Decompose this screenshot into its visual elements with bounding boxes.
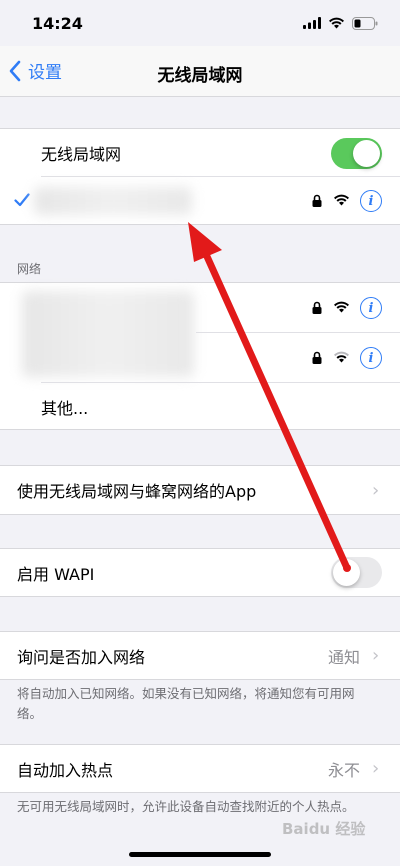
annotation-arrow	[188, 222, 351, 572]
watermark: Baidu 经验	[282, 820, 366, 838]
home-indicator	[129, 852, 271, 857]
